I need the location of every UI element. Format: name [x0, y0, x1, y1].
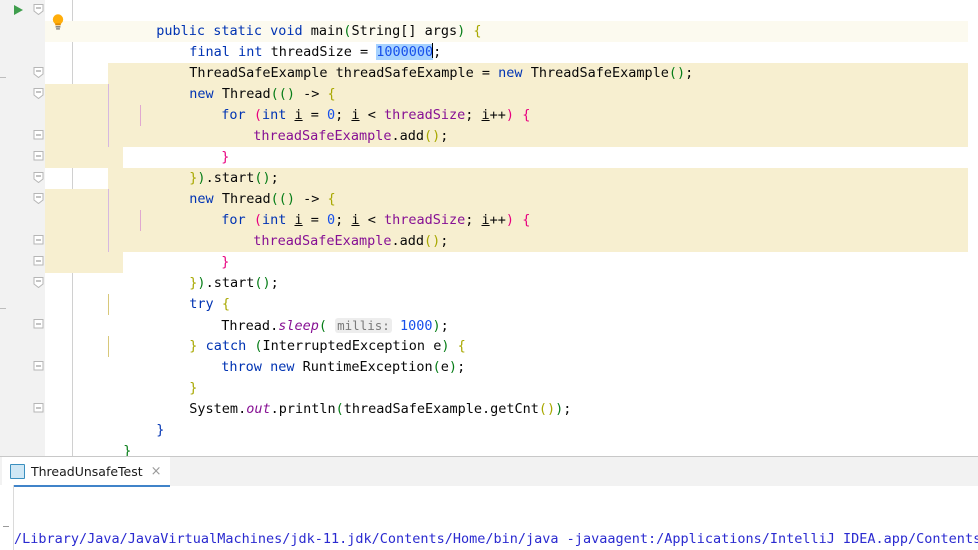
fold-collapse-icon[interactable] [33, 235, 44, 246]
tok-new: new [270, 359, 295, 375]
tok-var-threadSafeExample: threadSafeExample [253, 128, 392, 144]
indent-guide [108, 126, 109, 147]
tok-i: i [481, 107, 490, 123]
fold-collapse-icon[interactable] [33, 256, 44, 267]
tok-ctor-ThreadSafeExample: ThreadSafeExample [530, 65, 669, 81]
code-line-7[interactable]: } [0, 126, 978, 165]
code-line-17[interactable]: throw new RuntimeException(e); [0, 336, 978, 375]
run-console-panel: ThreadUnsafeTest × /Library/Java/JavaVir… [0, 456, 978, 550]
console-fold-marker[interactable] [3, 526, 9, 527]
code-area[interactable]: public static void main(String[] args) {… [0, 0, 978, 456]
code-line-9[interactable]: new Thread(() -> { [0, 168, 978, 207]
code-line-2[interactable]: final int threadSize = 1000000; [0, 21, 978, 60]
fold-region-marker [0, 77, 6, 78]
fold-collapse-icon[interactable] [33, 403, 44, 414]
console-line-1: /Library/Java/JavaVirtualMachines/jdk-11… [14, 529, 978, 550]
fold-collapse-icon[interactable] [33, 67, 44, 78]
tok-e: e [440, 359, 449, 375]
fold-collapse-icon[interactable] [33, 193, 44, 204]
close-icon[interactable]: × [151, 464, 162, 479]
code-editor[interactable]: public static void main(String[] args) {… [0, 0, 978, 456]
console-command: /Library/Java/JavaVirtualMachines/jdk-11… [14, 531, 978, 547]
editor-scrollbar-track[interactable] [968, 0, 978, 456]
tok-var-threadSafeExample: threadSafeExample [253, 233, 392, 249]
run-tab-strip: ThreadUnsafeTest × [0, 456, 978, 487]
code-line-5[interactable]: for (int i = 0; i < threadSize; i++) { [0, 84, 978, 123]
tok-var-threadSafeExample: threadSafeExample [343, 401, 482, 417]
tok-out: out [246, 401, 271, 417]
code-line-8[interactable]: }).start(); [0, 147, 978, 186]
fold-region-marker [0, 308, 6, 309]
tok-var-threadSafeExample: threadSafeExample [335, 65, 474, 81]
fold-collapse-icon[interactable] [33, 4, 44, 15]
tok-RuntimeException: RuntimeException [302, 359, 433, 375]
console-gutter [0, 485, 14, 550]
code-line-13[interactable]: }).start(); [0, 252, 978, 291]
run-configuration-icon [10, 463, 25, 479]
tok-new: new [498, 65, 523, 81]
indent-guide [108, 231, 109, 252]
code-line-16[interactable]: } catch (InterruptedException e) { [0, 315, 978, 354]
tok-throw: throw [221, 359, 262, 375]
fold-collapse-icon[interactable] [33, 277, 44, 288]
tok-add: add [399, 128, 424, 144]
fold-collapse-icon[interactable] [33, 172, 44, 183]
fold-collapse-icon[interactable] [33, 151, 44, 162]
tok-println: println [278, 401, 336, 417]
run-gutter-arrow-icon[interactable] [14, 5, 23, 15]
intention-bulb-icon[interactable] [50, 13, 66, 30]
fold-collapse-icon[interactable] [33, 361, 44, 372]
code-line-14[interactable]: try { [0, 273, 978, 312]
tab-label: ThreadUnsafeTest [31, 463, 143, 479]
code-line-19[interactable]: System.out.println(threadSafeExample.get… [0, 378, 978, 417]
tab-ThreadUnsafeTest[interactable]: ThreadUnsafeTest × [2, 457, 170, 487]
code-line-3[interactable]: ThreadSafeExample threadSafeExample = ne… [0, 42, 978, 81]
fold-collapse-icon[interactable] [33, 319, 44, 330]
code-line-12[interactable]: } [0, 231, 978, 270]
tok-i: i [481, 212, 490, 228]
code-line-15[interactable]: Thread.sleep( millis: 1000); [0, 294, 978, 334]
fold-collapse-icon[interactable] [33, 88, 44, 99]
tok-System: System [189, 401, 239, 417]
code-line-1[interactable]: public static void main(String[] args) { [0, 0, 978, 39]
fold-collapse-icon[interactable] [33, 130, 44, 141]
code-line-10[interactable]: for (int i = 0; i < threadSize; i++) { [0, 189, 978, 228]
ide-window: public static void main(String[] args) {… [0, 0, 978, 550]
tok-getCnt: getCnt [490, 401, 539, 417]
console-output[interactable]: /Library/Java/JavaVirtualMachines/jdk-11… [14, 487, 978, 550]
code-line-18[interactable]: } [0, 357, 978, 396]
tok-add: add [399, 233, 424, 249]
